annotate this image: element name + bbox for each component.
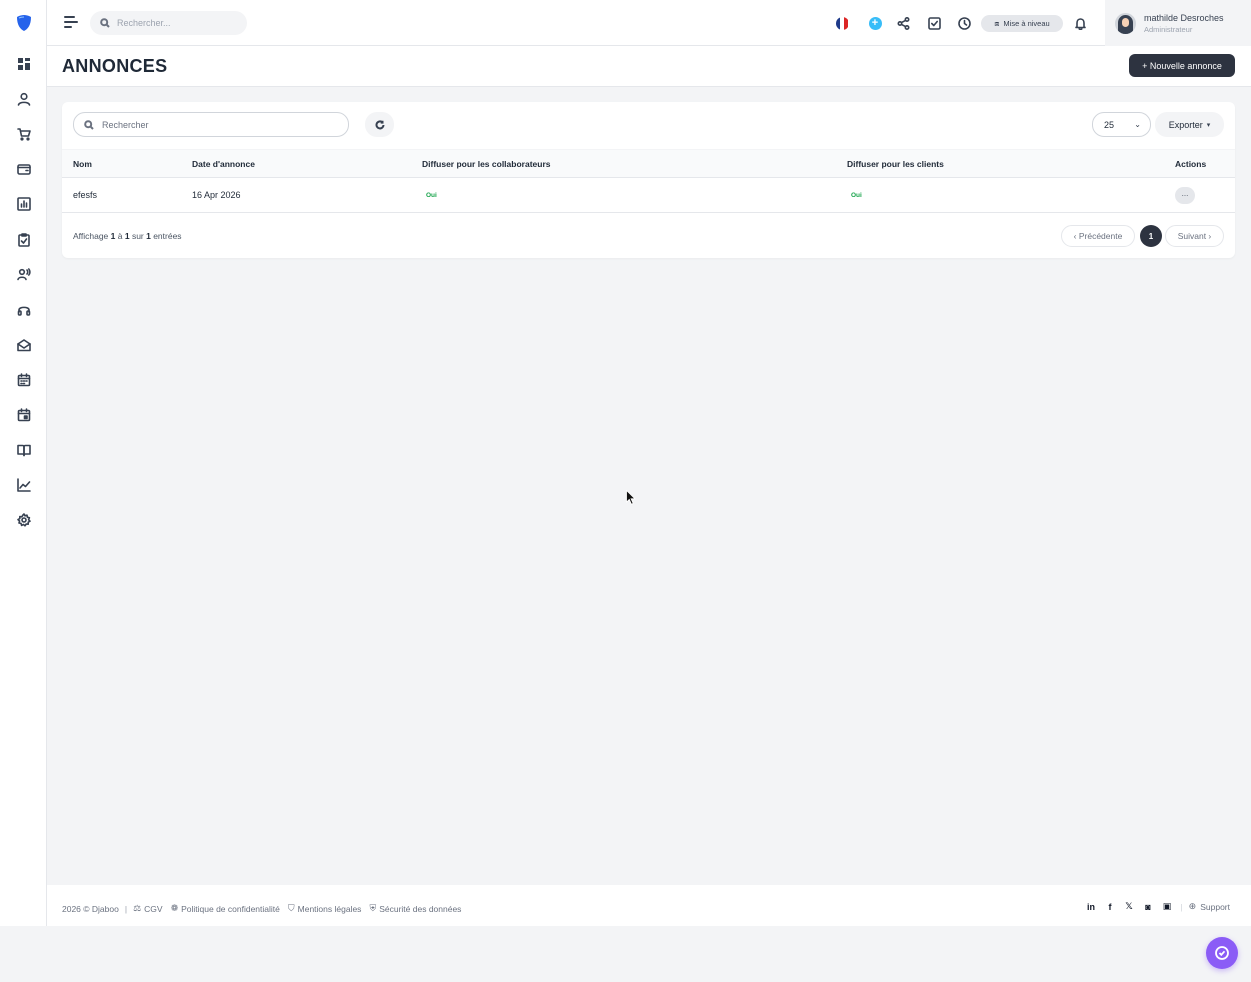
search-icon xyxy=(84,119,94,130)
footer-link-cgv[interactable]: ⚖ CGV xyxy=(133,903,163,914)
column-collaborators[interactable]: Diffuser pour les collaborateurs xyxy=(422,159,550,169)
mouse-cursor-icon xyxy=(626,490,636,505)
column-date[interactable]: Date d'annonce xyxy=(192,159,255,169)
quick-add-icon[interactable]: + xyxy=(867,15,883,31)
gear-icon[interactable] xyxy=(15,511,33,529)
user-role: Administrateur xyxy=(1144,24,1193,34)
footer-link-privacy[interactable]: ❁ Politique de confidentialité xyxy=(171,903,280,914)
chevron-down-icon: ▾ xyxy=(1206,121,1211,129)
clipboard-check-icon[interactable] xyxy=(15,231,33,249)
per-page-select[interactable]: 25 ⌄ xyxy=(1092,112,1151,137)
calendar-icon[interactable] xyxy=(15,371,33,389)
calendar-dot-icon[interactable] xyxy=(15,406,33,424)
brand-logo-icon[interactable] xyxy=(15,14,33,32)
chevron-down-icon: ⌄ xyxy=(1134,120,1141,129)
table-search xyxy=(73,112,349,137)
announcements-card: 25 ⌄ Exporter ▾ Nom Date d'annonce Diffu… xyxy=(62,102,1235,258)
avatar xyxy=(1115,12,1136,34)
task-check-icon[interactable] xyxy=(926,15,942,31)
table-header: Nom Date d'annonce Diffuser pour les col… xyxy=(62,149,1235,178)
shield-icon: ⛉ xyxy=(287,903,295,913)
row-name: efesfs xyxy=(73,190,98,200)
refresh-icon xyxy=(375,119,384,129)
cookie-icon: ❁ xyxy=(170,903,179,913)
scale-icon: ⚖ xyxy=(133,903,142,913)
grid-icon[interactable] xyxy=(15,55,33,73)
instagram-icon[interactable]: ◙ xyxy=(1142,901,1153,912)
topbar: + ⧈ Mise à niveau mathilde Desroches Adm… xyxy=(47,0,1251,46)
bar-chart-icon[interactable] xyxy=(15,195,33,213)
page-header: ANNONCES + Nouvelle annonce xyxy=(47,46,1251,87)
facebook-icon[interactable]: f xyxy=(1104,901,1115,912)
status-badge: Oui xyxy=(426,192,437,199)
row-date: 16 Apr 2026 xyxy=(192,190,241,200)
footer: 2026 © Djaboo | ⚖ CGV ❁ Politique de confi… xyxy=(47,885,1251,926)
users-signal-icon[interactable] xyxy=(15,265,33,283)
clock-icon[interactable] xyxy=(956,15,972,31)
bell-icon[interactable] xyxy=(1072,15,1088,31)
user-icon[interactable] xyxy=(15,90,33,108)
headset-icon[interactable] xyxy=(15,301,33,319)
wallet-icon[interactable] xyxy=(15,160,33,178)
linkedin-icon[interactable]: in xyxy=(1085,901,1096,912)
table-row[interactable]: efesfs 16 Apr 2026 Oui Oui ... xyxy=(62,178,1235,213)
column-clients[interactable]: Diffuser pour les clients xyxy=(847,159,944,169)
support-link[interactable]: ⊕ Support xyxy=(1189,901,1230,912)
footer-link-legal[interactable]: ⛉ Mentions légales xyxy=(288,903,362,914)
line-chart-icon[interactable] xyxy=(15,476,33,494)
column-actions: Actions xyxy=(1175,159,1207,169)
search-icon xyxy=(100,18,110,28)
pagination-next-button[interactable]: Suivant › xyxy=(1165,225,1224,247)
refresh-button[interactable] xyxy=(365,112,394,137)
pagination-page-1[interactable]: 1 xyxy=(1140,225,1162,247)
user-menu[interactable]: mathilde Desroches Administrateur xyxy=(1105,0,1251,46)
shield-lock-icon: ⛨ xyxy=(369,903,377,913)
column-name[interactable]: Nom xyxy=(73,159,92,169)
briefcase-icon: ⧈ xyxy=(994,18,1000,28)
mail-open-icon[interactable] xyxy=(15,336,33,354)
pagination-prev-button[interactable]: ‹ Précédente xyxy=(1061,225,1135,247)
share-icon[interactable] xyxy=(895,15,911,31)
global-search-input[interactable] xyxy=(117,18,237,28)
language-flag-icon[interactable] xyxy=(834,15,850,31)
footer-link-security[interactable]: ⛨ Sécurité des données xyxy=(369,903,461,914)
cart-icon[interactable] xyxy=(15,125,33,143)
status-badge: Oui xyxy=(851,192,862,199)
user-name: mathilde Desroches xyxy=(1144,12,1224,23)
globe-icon: ⊕ xyxy=(1188,901,1197,911)
x-icon[interactable]: 𝕏 xyxy=(1123,901,1134,912)
table-info: Affichage 1 à 1 sur 1 entrées xyxy=(73,231,182,241)
upgrade-button[interactable]: ⧈ Mise à niveau xyxy=(981,15,1063,32)
youtube-icon[interactable]: ▣ xyxy=(1161,901,1172,912)
copyright: 2026 © Djaboo xyxy=(62,903,119,914)
menu-toggle-icon[interactable] xyxy=(64,15,80,29)
page-title: ANNONCES xyxy=(62,56,168,76)
table-search-input[interactable] xyxy=(102,119,332,130)
global-search xyxy=(90,11,247,35)
per-page-value: 25 xyxy=(1104,119,1115,130)
chat-icon xyxy=(1215,946,1229,960)
chat-button[interactable] xyxy=(1206,937,1238,969)
new-announcement-button[interactable]: + Nouvelle annonce xyxy=(1129,54,1235,77)
sidebar xyxy=(0,0,47,926)
book-icon[interactable] xyxy=(15,441,33,459)
export-button[interactable]: Exporter ▾ xyxy=(1155,112,1224,137)
row-actions-button[interactable]: ... xyxy=(1175,187,1195,204)
